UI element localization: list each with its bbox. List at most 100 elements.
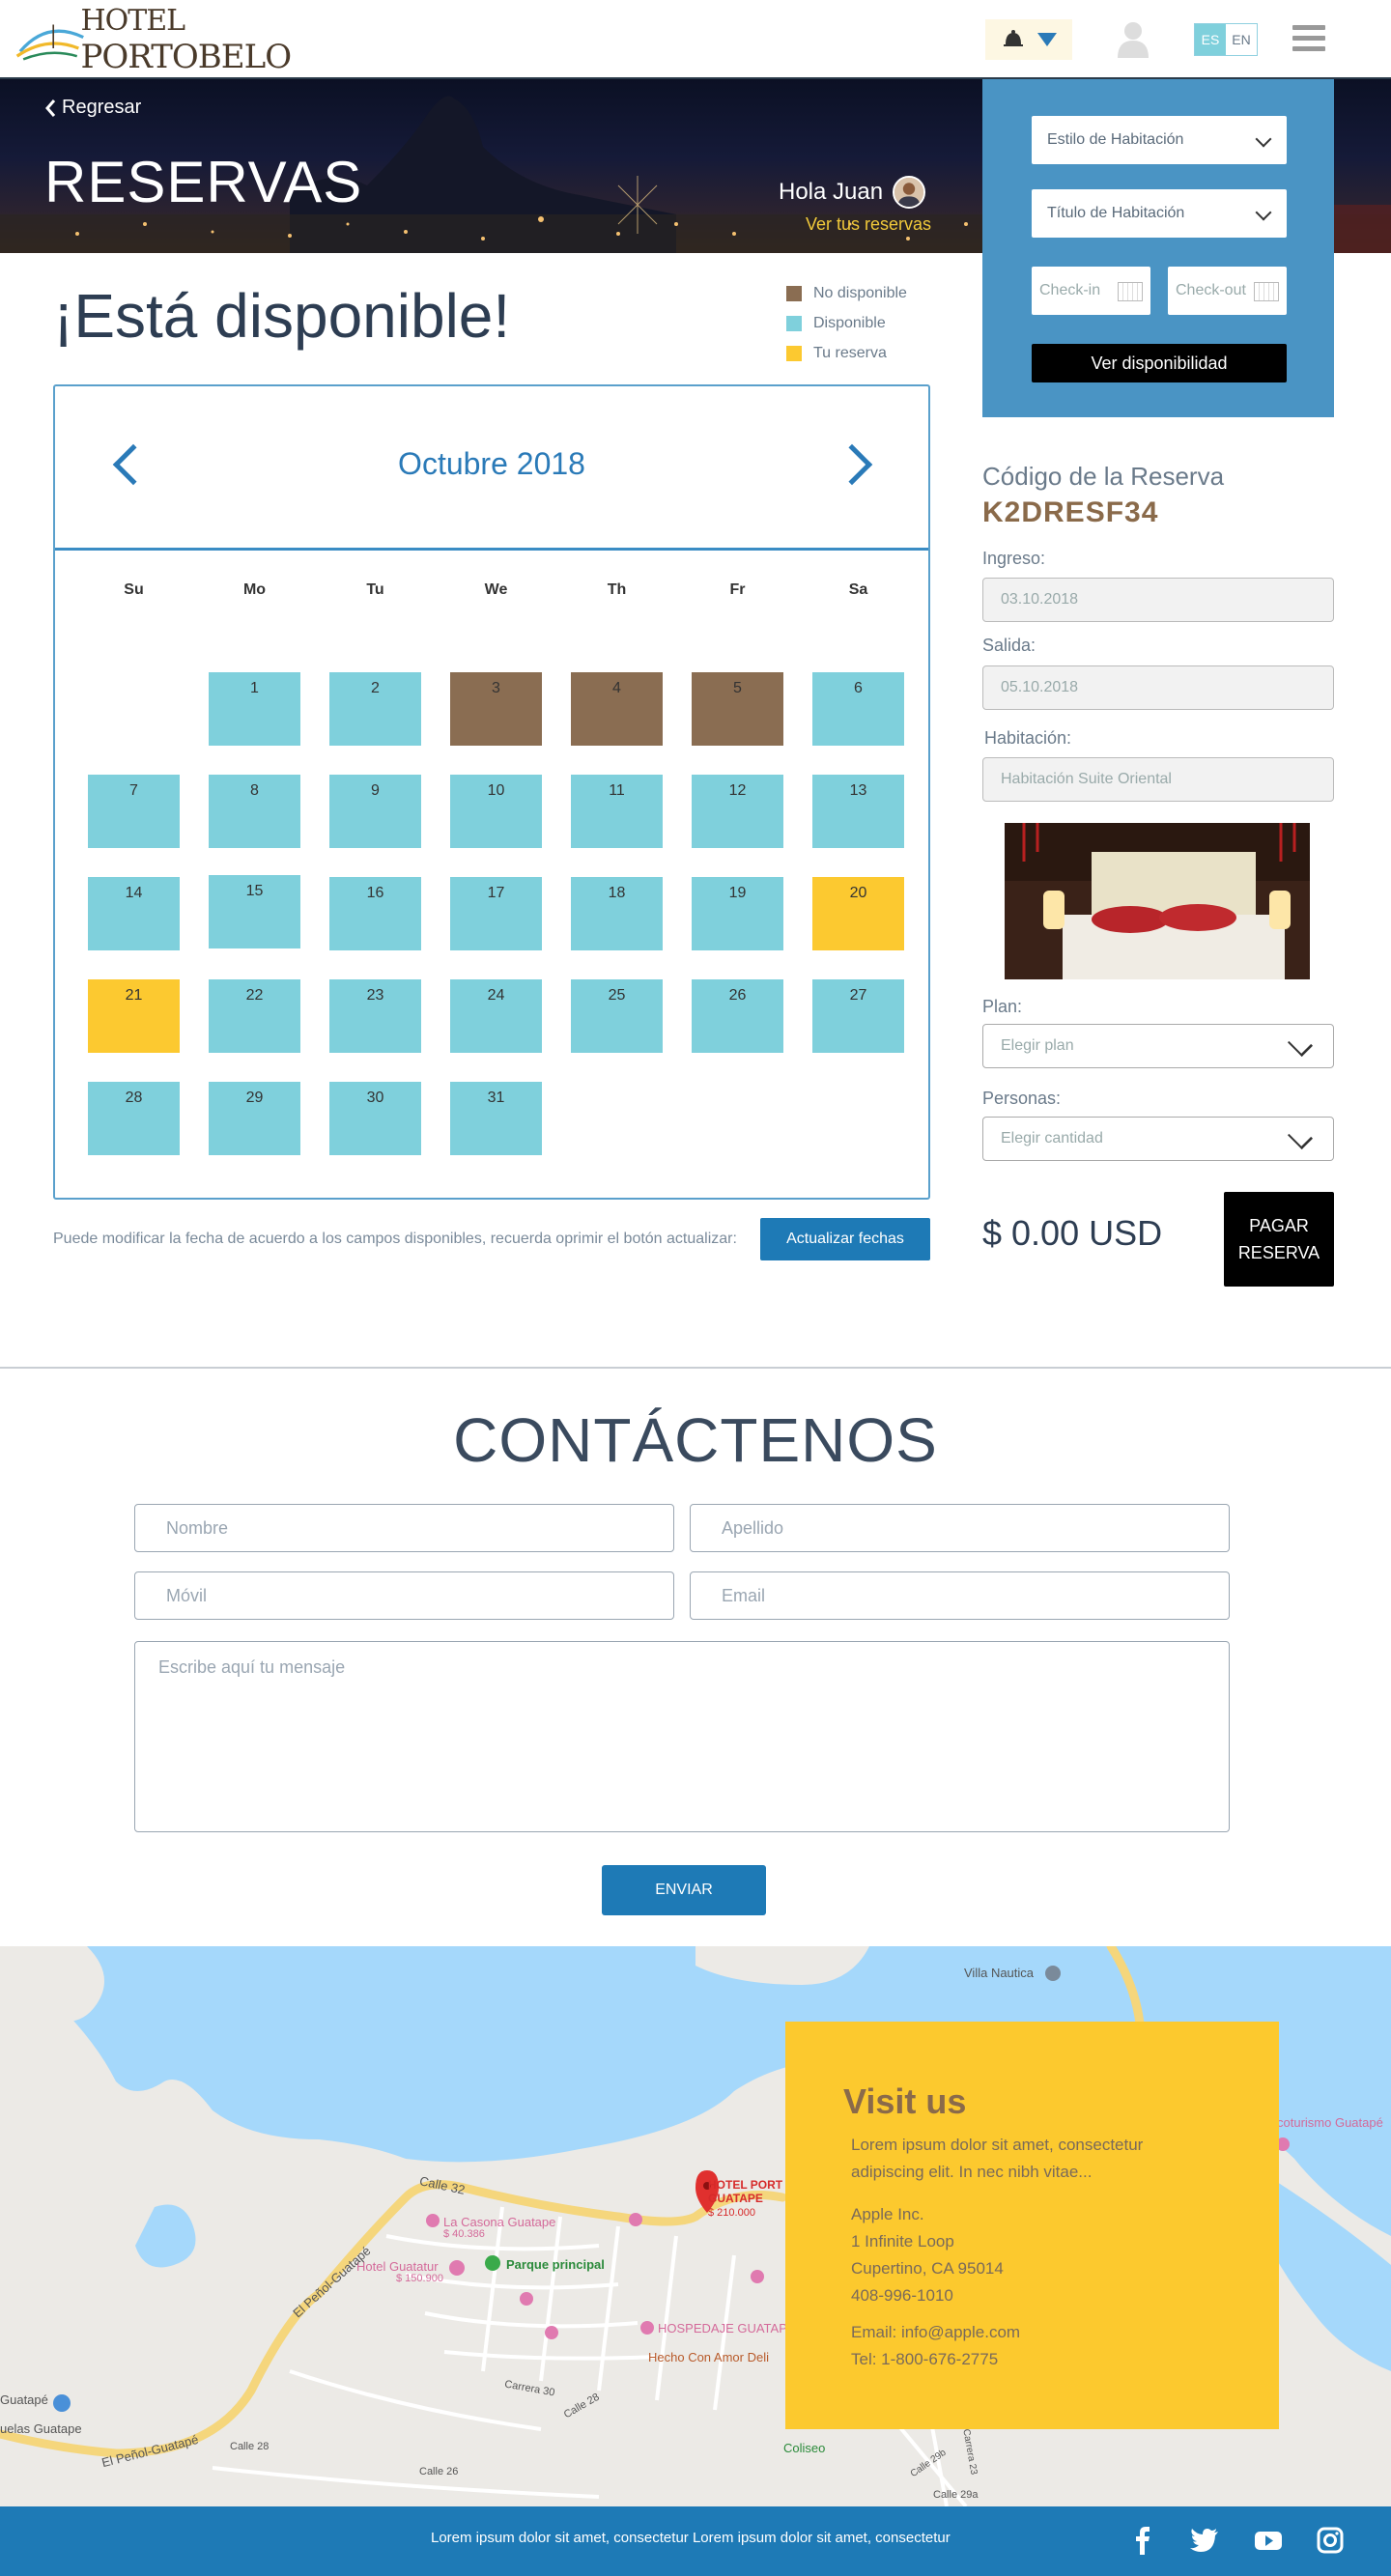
legend-item-unavailable: No disponible xyxy=(786,278,907,308)
avatar[interactable] xyxy=(893,176,926,209)
weekday-header: We xyxy=(484,581,508,598)
section-divider xyxy=(0,1367,1391,1369)
twitter-icon[interactable] xyxy=(1188,2524,1221,2557)
update-dates-button[interactable]: Actualizar fechas xyxy=(760,1218,930,1260)
calendar-day[interactable]: 10 xyxy=(450,775,542,848)
checkout-date-field[interactable]: Check-out xyxy=(1168,267,1287,315)
plan-label: Plan: xyxy=(982,997,1023,1016)
checkin-date-placeholder: Check-in xyxy=(1039,282,1101,298)
room-style-select[interactable]: Estilo de Habitación xyxy=(1032,116,1287,164)
calendar-day[interactable]: 12 xyxy=(692,775,783,848)
checkin-date-field[interactable]: Check-in xyxy=(1032,267,1150,315)
contact-email[interactable]: Email: info@apple.com xyxy=(843,2319,1279,2346)
calendar-day[interactable]: 15 xyxy=(209,875,300,948)
instagram-icon[interactable] xyxy=(1314,2524,1347,2557)
contact-tel[interactable]: Tel: 1-800-676-2775 xyxy=(843,2346,1279,2373)
calendar-day[interactable]: 25 xyxy=(571,979,663,1053)
calendar-day[interactable]: 13 xyxy=(812,775,904,848)
back-link[interactable]: Regresar xyxy=(44,97,141,119)
my-reservations-link[interactable]: Ver tus reservas xyxy=(806,214,931,235)
address-city: Cupertino, CA 95014 xyxy=(851,2259,1004,2278)
room-title-select-label: Título de Habitación xyxy=(1047,205,1185,221)
weekday-header: Su xyxy=(124,581,144,598)
pay-button-line1: PAGAR xyxy=(1249,1216,1309,1235)
message-textarea[interactable]: Escribe aquí tu mensaje xyxy=(134,1641,1230,1832)
calendar-day[interactable]: 11 xyxy=(571,775,663,848)
calendar-month-label: Octubre 2018 xyxy=(398,446,585,481)
caret-down-icon xyxy=(1036,33,1057,46)
availability-title: ¡Está disponible! xyxy=(53,281,511,351)
map-label: $ 210.000 xyxy=(708,2207,755,2219)
calendar-day[interactable]: 14 xyxy=(88,877,180,950)
calendar-day[interactable]: 23 xyxy=(329,979,421,1053)
people-select[interactable]: Elegir cantidad xyxy=(982,1117,1334,1161)
chevron-down-icon xyxy=(1255,130,1272,148)
calendar-day[interactable]: 20 xyxy=(812,877,904,950)
legend-swatch xyxy=(786,315,802,331)
footer: Lorem ipsum dolor sit amet, consectetur … xyxy=(0,2506,1391,2576)
calendar-header: Octubre 2018 xyxy=(55,386,928,551)
calendar-day[interactable]: 1 xyxy=(209,672,300,746)
map-label: uelas Guatape xyxy=(0,2421,82,2436)
map-label: Guatapé xyxy=(0,2392,48,2407)
calendar-day[interactable]: 19 xyxy=(692,877,783,950)
check-availability-button[interactable]: Ver disponibilidad xyxy=(1032,344,1287,382)
legend-label: Disponible xyxy=(813,314,886,331)
first-name-field[interactable]: Nombre xyxy=(134,1504,674,1552)
chevron-down-icon xyxy=(1287,1123,1314,1150)
plan-select[interactable]: Elegir plan xyxy=(982,1024,1334,1068)
room-photo xyxy=(1005,823,1310,979)
people-select-placeholder: Elegir cantidad xyxy=(1001,1130,1103,1146)
calendar-day[interactable]: 7 xyxy=(88,775,180,848)
weekday-header: Mo xyxy=(242,581,267,598)
calendar-day[interactable]: 18 xyxy=(571,877,663,950)
legend-label: Tu reserva xyxy=(813,344,887,361)
send-button[interactable]: ENVIAR xyxy=(602,1865,766,1915)
facebook-icon[interactable] xyxy=(1126,2524,1159,2557)
calendar-day[interactable]: 16 xyxy=(329,877,421,950)
visit-description: Lorem ipsum dolor sit amet, consectetur … xyxy=(851,2136,1144,2181)
legend-swatch xyxy=(786,345,802,361)
availability-calendar: Octubre 2018 Su Mo Tu We Th Fr Sa 1 2 3 4 5 6 7 8 9 10 11… xyxy=(53,384,930,1200)
lang-en-button[interactable]: EN xyxy=(1226,24,1257,55)
calendar-day[interactable]: 28 xyxy=(88,1082,180,1155)
calendar-day[interactable]: 30 xyxy=(329,1082,421,1155)
checkout-label: Salida: xyxy=(982,636,1036,655)
calendar-day[interactable]: 9 xyxy=(329,775,421,848)
checkin-label: Ingreso: xyxy=(982,549,1046,568)
map-label: coturismo Guatapé xyxy=(1277,2115,1383,2130)
calendar-day[interactable]: 8 xyxy=(209,775,300,848)
notifications-dropdown[interactable] xyxy=(985,19,1072,60)
lang-es-button[interactable]: ES xyxy=(1195,24,1226,55)
calendar-day[interactable]: 24 xyxy=(450,979,542,1053)
address-phone: 408-996-1010 xyxy=(851,2286,953,2305)
calendar-day[interactable]: 21 xyxy=(88,979,180,1053)
email-field[interactable]: Email xyxy=(690,1571,1230,1620)
hotel-logo[interactable]: HOTEL PORTOBELO xyxy=(15,4,344,76)
calendar-day[interactable]: 31 xyxy=(450,1082,542,1155)
youtube-icon[interactable] xyxy=(1252,2524,1285,2557)
checkin-readonly-field: 03.10.2018 xyxy=(982,578,1334,622)
calendar-day[interactable]: 26 xyxy=(692,979,783,1053)
weekday-header: Fr xyxy=(729,581,746,598)
logo-umbrella-icon xyxy=(15,24,84,61)
pay-reservation-button[interactable]: PAGAR RESERVA xyxy=(1224,1192,1334,1287)
calendar-day[interactable]: 29 xyxy=(209,1082,300,1155)
user-account-icon[interactable] xyxy=(1116,21,1150,58)
hamburger-menu-icon[interactable] xyxy=(1292,25,1325,52)
calendar-day[interactable]: 6 xyxy=(812,672,904,746)
calendar-day[interactable]: 2 xyxy=(329,672,421,746)
room-title-select[interactable]: Título de Habitación xyxy=(1032,189,1287,238)
calendar-day[interactable]: 27 xyxy=(812,979,904,1053)
calendar-day[interactable]: 22 xyxy=(209,979,300,1053)
back-link-label: Regresar xyxy=(62,97,142,118)
mobile-field[interactable]: Móvil xyxy=(134,1571,674,1620)
language-switcher: ES EN xyxy=(1194,23,1258,56)
people-label: Personas: xyxy=(982,1089,1062,1108)
calendar-day[interactable]: 17 xyxy=(450,877,542,950)
total-price: $ 0.00 USD xyxy=(982,1213,1163,1253)
last-name-field[interactable]: Apellido xyxy=(690,1504,1230,1552)
address-block: Apple Inc. 1 Infinite Loop Cupertino, CA… xyxy=(843,2201,1279,2309)
legend-label: No disponible xyxy=(813,284,907,301)
map-label: Villa Nautica xyxy=(964,1966,1035,1980)
